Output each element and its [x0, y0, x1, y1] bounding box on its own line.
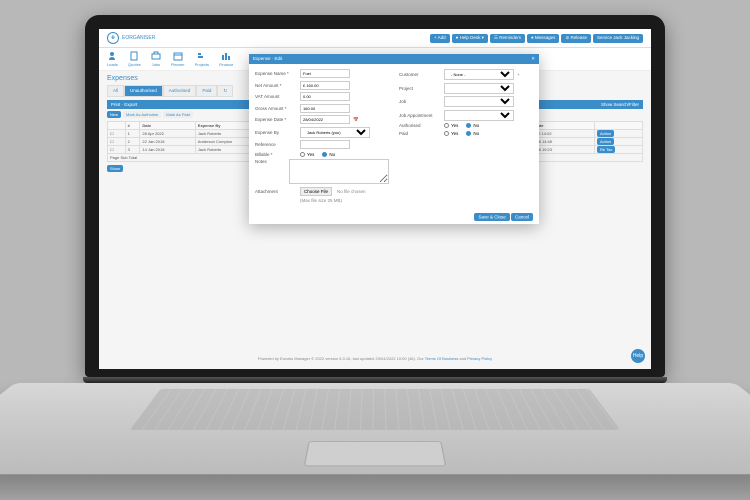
reference-field[interactable] [300, 140, 350, 149]
row-action-button[interactable]: Re Tax [597, 146, 615, 153]
messages-button[interactable]: ● Messages [527, 34, 559, 43]
row-action-button[interactable]: Action [597, 130, 614, 137]
customer-select[interactable]: - None - [444, 69, 514, 80]
tab-refresh[interactable]: ↻ [217, 85, 233, 97]
nav-planner[interactable]: Planner [171, 51, 185, 67]
billable-no-radio[interactable]: No [322, 152, 335, 157]
paid-no-radio[interactable]: No [466, 131, 479, 136]
show-button[interactable]: Show [107, 165, 123, 172]
job-select[interactable] [444, 96, 514, 107]
tab-paid[interactable]: Paid [196, 85, 217, 97]
nav-finance[interactable]: Finance [219, 51, 233, 67]
project-select[interactable] [444, 83, 514, 94]
notes-field[interactable] [289, 159, 389, 184]
expense-by-select[interactable]: Jack Roberts (you) [300, 127, 370, 138]
reminders-button[interactable]: ☰ Reminders [490, 34, 525, 43]
cancel-button[interactable]: Cancel [511, 213, 533, 221]
service-button[interactable]: Service Jack Jacking [593, 34, 643, 43]
nav-jobs[interactable]: Jobs [151, 51, 161, 67]
nav-projects[interactable]: Projects [195, 51, 209, 67]
tab-authorised[interactable]: Authorised [163, 85, 197, 97]
net-amount-field[interactable] [300, 81, 350, 90]
add-customer-icon[interactable]: + [517, 72, 520, 77]
tab-unauthorised[interactable]: Unauthorised [124, 85, 163, 97]
mark-authorise-button[interactable]: Mark As Authorise [123, 111, 161, 118]
nav-quotes[interactable]: Quotes [128, 51, 141, 67]
billable-yes-radio[interactable]: Yes [300, 152, 314, 157]
authorised-no-radio[interactable]: No [466, 123, 479, 128]
close-icon[interactable]: ✕ [531, 56, 535, 62]
help-button[interactable]: Help [631, 349, 645, 363]
add-button[interactable]: + Add [430, 34, 450, 43]
privacy-link[interactable]: Privacy Policy [467, 356, 492, 361]
brand-logo: eEORGANISER [107, 32, 155, 44]
expense-date-field[interactable] [300, 115, 350, 124]
paid-yes-radio[interactable]: Yes [444, 131, 458, 136]
help-desk-button[interactable]: ● Help Desk ▾ [452, 34, 488, 43]
choose-file-button[interactable]: Choose File [300, 187, 332, 196]
mark-paid-button[interactable]: Mark As Paid [163, 111, 193, 118]
release-button[interactable]: ⊘ Release [561, 34, 591, 43]
modal-title: Expense · Edit [253, 56, 282, 62]
expense-name-field[interactable] [300, 69, 350, 78]
row-action-button[interactable]: Action [597, 138, 614, 145]
terms-link[interactable]: Terms Of Business [425, 356, 459, 361]
job-appointment-select[interactable] [444, 110, 514, 121]
new-button[interactable]: New [107, 111, 121, 118]
nav-leads[interactable]: Leads [107, 51, 118, 67]
tab-all[interactable]: All [107, 85, 124, 97]
expense-edit-modal: Expense · Edit✕ Expense Name * Net Amoun… [249, 54, 539, 224]
authorised-yes-radio[interactable]: Yes [444, 123, 458, 128]
page-footer: Powered by Eworks Manager © 2022 version… [99, 356, 651, 361]
calendar-icon[interactable]: 📅 [353, 117, 359, 123]
save-close-button[interactable]: Save & Close [474, 213, 509, 221]
vat-amount-field[interactable] [300, 92, 350, 101]
gross-amount-field[interactable] [300, 104, 350, 113]
